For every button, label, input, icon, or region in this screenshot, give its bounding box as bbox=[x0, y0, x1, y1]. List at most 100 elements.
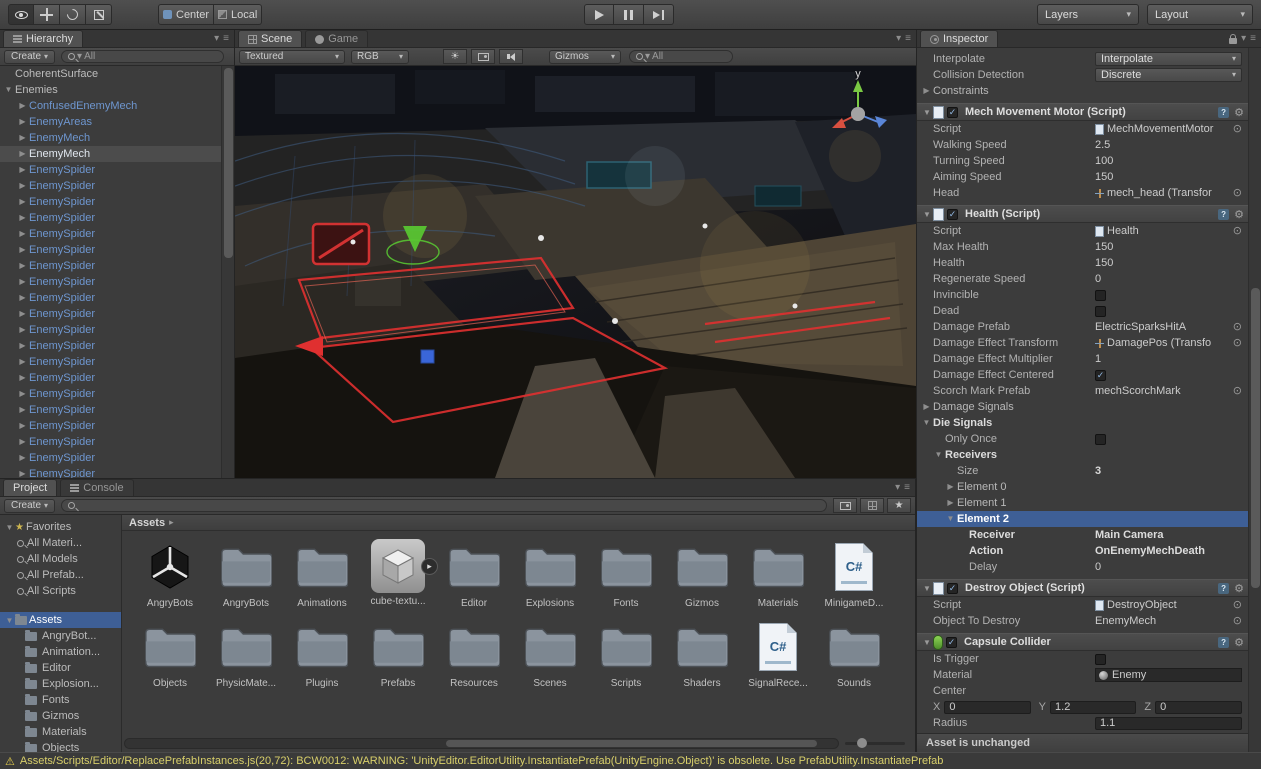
gizmos-dropdown[interactable]: Gizmos ▾ bbox=[549, 50, 621, 64]
component-enabled-checkbox[interactable]: ✓ bbox=[947, 209, 958, 220]
object-picker-icon[interactable]: ⊙ bbox=[1233, 319, 1242, 335]
inspector-foldout[interactable]: ▼Receivers bbox=[917, 447, 1248, 463]
hierarchy-item[interactable]: ▶EnemySpider bbox=[0, 210, 234, 226]
foldout-icon[interactable]: ▶ bbox=[16, 146, 29, 162]
scrollbar-thumb[interactable] bbox=[224, 68, 233, 258]
foldout-icon[interactable]: ▶ bbox=[16, 98, 29, 114]
hierarchy-item[interactable]: ▶EnemySpider bbox=[0, 418, 234, 434]
foldout-icon[interactable]: ▶ bbox=[16, 162, 29, 178]
hierarchy-item[interactable]: ▶EnemySpider bbox=[0, 322, 234, 338]
inspector-row[interactable]: MaterialEnemy bbox=[917, 667, 1248, 683]
hierarchy-item[interactable]: ▶EnemySpider bbox=[0, 402, 234, 418]
dropdown-field[interactable]: Interpolate▾ bbox=[1095, 52, 1242, 66]
asset-grid-item[interactable]: Prefabs bbox=[364, 619, 432, 689]
foldout-icon[interactable]: ▶ bbox=[16, 450, 29, 466]
object-field[interactable]: mech_head (Transfor⊙ bbox=[1095, 185, 1242, 201]
lock-icon[interactable] bbox=[1229, 38, 1237, 44]
inspector-foldout[interactable]: ▶Element 1 bbox=[917, 495, 1248, 511]
dropdown-field[interactable]: Discrete▾ bbox=[1095, 68, 1242, 82]
project-favorite-item[interactable]: All Prefab... bbox=[0, 567, 121, 583]
asset-grid-item[interactable]: Materials bbox=[744, 539, 812, 609]
help-icon[interactable]: ? bbox=[1218, 637, 1229, 648]
object-field[interactable]: EnemyMech⊙ bbox=[1095, 613, 1242, 629]
asset-grid-item[interactable]: Editor bbox=[440, 539, 508, 609]
rotate-tool-button[interactable] bbox=[60, 4, 86, 25]
favorites-filter-button[interactable]: ★ bbox=[887, 498, 911, 513]
asset-grid-item[interactable]: Gizmos bbox=[668, 539, 736, 609]
foldout-icon[interactable]: ▶ bbox=[16, 434, 29, 450]
inspector-row[interactable]: Damage Effect TransformDamagePos (Transf… bbox=[917, 335, 1248, 351]
asset-grid-item[interactable]: PhysicMate... bbox=[212, 619, 280, 689]
foldout-icon[interactable]: ▶ bbox=[16, 386, 29, 402]
foldout-icon[interactable]: ▼ bbox=[920, 415, 933, 431]
foldout-icon[interactable]: ▶ bbox=[16, 418, 29, 434]
inspector-row[interactable]: Size3 bbox=[917, 463, 1248, 479]
foldout-icon[interactable]: ▶ bbox=[944, 479, 957, 495]
scale-tool-button[interactable] bbox=[86, 4, 112, 25]
inspector-row[interactable]: Damage Effect Centered✓ bbox=[917, 367, 1248, 383]
tab-project[interactable]: Project bbox=[3, 479, 57, 496]
asset-grid-item[interactable]: C#SignalRece... bbox=[744, 619, 812, 689]
foldout-icon[interactable]: ▶ bbox=[920, 83, 933, 99]
hierarchy-item[interactable]: ▶EnemySpider bbox=[0, 226, 234, 242]
object-field[interactable]: ElectricSparksHitA⊙ bbox=[1095, 319, 1242, 335]
checkbox[interactable]: ✓ bbox=[1095, 370, 1106, 381]
hierarchy-item[interactable]: ▶EnemySpider bbox=[0, 354, 234, 370]
hierarchy-item[interactable]: ▶EnemySpider bbox=[0, 242, 234, 258]
number-field[interactable]: 0 bbox=[1155, 701, 1242, 714]
pane-menu[interactable]: ▾ ≡ bbox=[1229, 33, 1256, 44]
inspector-row[interactable]: Damage Effect Multiplier1 bbox=[917, 351, 1248, 367]
component-header[interactable]: ▼✓Capsule Collider?⚙ bbox=[917, 633, 1248, 651]
slider-knob[interactable] bbox=[857, 738, 867, 748]
project-favorite-item[interactable]: All Scripts bbox=[0, 583, 121, 599]
pane-menu[interactable]: ▾ ≡ bbox=[895, 482, 910, 493]
inspector-row[interactable]: Is Trigger bbox=[917, 651, 1248, 667]
object-field[interactable]: Health⊙ bbox=[1095, 223, 1242, 239]
inspector-row[interactable]: Only Once bbox=[917, 431, 1248, 447]
object-field[interactable]: MechMovementMotor⊙ bbox=[1095, 121, 1242, 137]
search-by-type-button[interactable] bbox=[833, 498, 857, 513]
object-picker-icon[interactable]: ⊙ bbox=[1233, 121, 1242, 137]
asset-grid-item[interactable]: Objects bbox=[136, 619, 204, 689]
number-field[interactable]: 1.2 bbox=[1050, 701, 1136, 714]
project-folder-item[interactable]: Explosion... bbox=[0, 676, 121, 692]
inspector-row[interactable]: Center bbox=[917, 683, 1248, 699]
object-picker-icon[interactable]: ⊙ bbox=[1233, 335, 1242, 351]
component-enabled-checkbox[interactable]: ✓ bbox=[947, 107, 958, 118]
component-header[interactable]: ▼✓Destroy Object (Script)?⚙ bbox=[917, 579, 1248, 597]
foldout-icon[interactable]: ▶ bbox=[16, 290, 29, 306]
search-by-label-button[interactable] bbox=[860, 498, 884, 513]
hierarchy-scrollbar[interactable] bbox=[221, 66, 234, 478]
inspector-row[interactable]: ScriptMechMovementMotor⊙ bbox=[917, 121, 1248, 137]
object-picker-icon[interactable]: ⊙ bbox=[1233, 223, 1242, 239]
inspector-row[interactable]: Regenerate Speed0 bbox=[917, 271, 1248, 287]
tab-console[interactable]: Console bbox=[60, 479, 133, 496]
hierarchy-item[interactable]: ▶EnemySpider bbox=[0, 338, 234, 354]
component-enabled-checkbox[interactable]: ✓ bbox=[947, 583, 958, 594]
scene-viewport[interactable]: y bbox=[235, 66, 916, 478]
inspector-row[interactable]: Walking Speed2.5 bbox=[917, 137, 1248, 153]
shading-mode-dropdown[interactable]: Textured ▾ bbox=[239, 50, 345, 64]
inspector-row[interactable]: Aiming Speed150 bbox=[917, 169, 1248, 185]
project-folder-item[interactable]: Materials bbox=[0, 724, 121, 740]
breadcrumb-assets[interactable]: Assets bbox=[129, 517, 165, 529]
gear-icon[interactable]: ⚙ bbox=[1234, 208, 1244, 221]
project-folder-item[interactable]: Animation... bbox=[0, 644, 121, 660]
foldout-icon[interactable]: ▼ bbox=[932, 447, 945, 463]
foldout-icon[interactable]: ▶ bbox=[16, 258, 29, 274]
view-tool-button[interactable] bbox=[8, 4, 34, 25]
component-enabled-checkbox[interactable]: ✓ bbox=[946, 637, 957, 648]
inspector-row[interactable]: Max Health150 bbox=[917, 239, 1248, 255]
asset-grid-item[interactable]: C#MinigameD... bbox=[820, 539, 888, 609]
asset-grid-item[interactable]: Animations bbox=[288, 539, 356, 609]
project-folder-item[interactable]: Fonts bbox=[0, 692, 121, 708]
foldout-icon[interactable]: ▼ bbox=[944, 511, 957, 527]
gear-icon[interactable]: ⚙ bbox=[1234, 582, 1244, 595]
hierarchy-item[interactable]: ▶EnemySpider bbox=[0, 386, 234, 402]
foldout-icon[interactable]: ▼ bbox=[921, 584, 933, 593]
hierarchy-item[interactable]: ▶EnemySpider bbox=[0, 178, 234, 194]
project-favorites-header[interactable]: ▼★Favorites bbox=[0, 519, 121, 535]
asset-grid-item[interactable]: Shaders bbox=[668, 619, 736, 689]
number-field[interactable]: 0 bbox=[944, 701, 1030, 714]
inspector-row[interactable]: Turning Speed100 bbox=[917, 153, 1248, 169]
